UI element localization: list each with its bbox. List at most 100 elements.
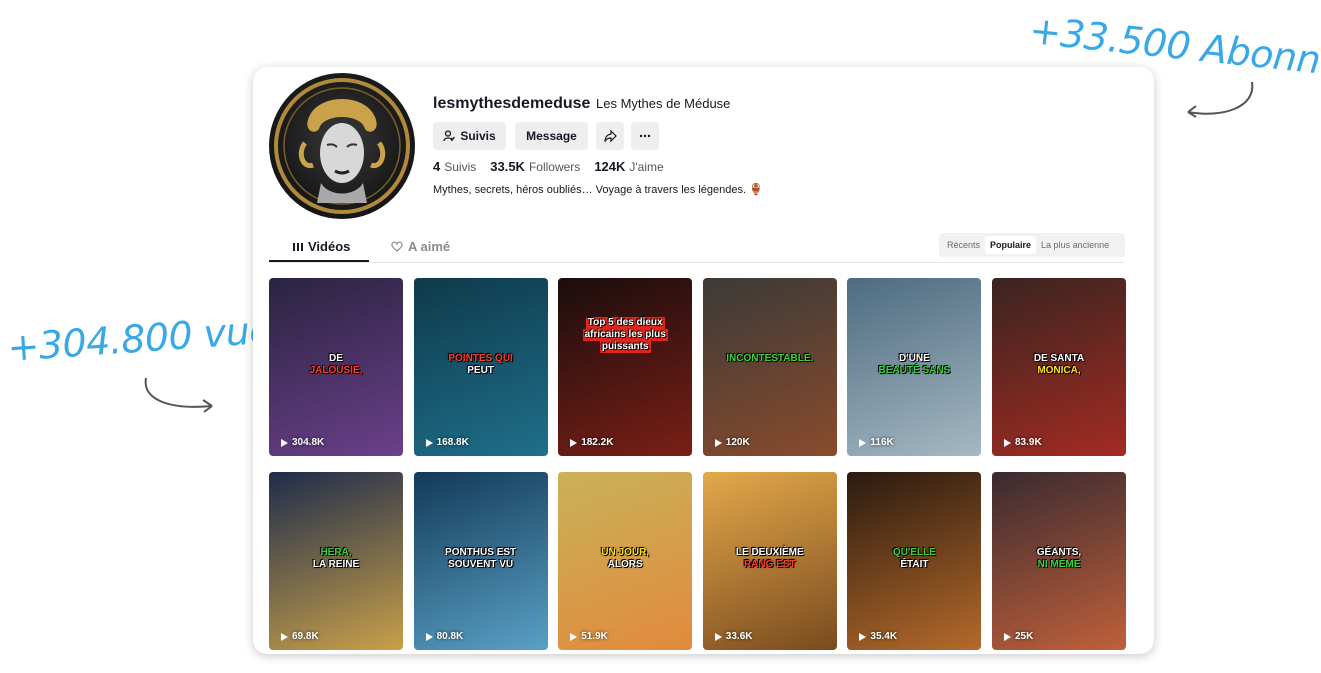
caption-line: UN JOUR, [601, 546, 650, 558]
caption-line: SOUVENT VU [448, 558, 514, 570]
profile-card: lesmythesdemeduse Les Mythes de Méduse S… [253, 67, 1154, 654]
caption-line: DE [329, 352, 343, 364]
play-icon [570, 438, 578, 447]
stat-following[interactable]: 4 Suivis [433, 159, 476, 174]
view-count-label: 80.8K [436, 631, 464, 642]
caption-line: africains les plus [582, 329, 668, 342]
caption-line: LA REINE [312, 558, 360, 570]
sort-recent[interactable]: Récents [942, 236, 985, 254]
video-thumbnail[interactable]: GÉANTS, NI MÊME 25K [992, 472, 1126, 650]
view-count-label: 25K [1015, 631, 1034, 642]
nickname: Les Mythes de Méduse [596, 96, 731, 111]
username: lesmythesdemeduse [433, 95, 591, 112]
medusa-avatar-image [274, 78, 410, 214]
video-thumbnail[interactable]: HERA, LA REINE 69.8K [269, 472, 403, 650]
sort-toggle: Récents Populaire La plus ancienne [939, 233, 1125, 257]
video-thumbnail[interactable]: PONTHUS EST SOUVENT VU 80.8K [413, 472, 548, 650]
video-thumbnail[interactable]: QU'ELLE ÉTAIT 35.4K [847, 472, 982, 650]
caption-line: GÉANTS, [1036, 546, 1082, 558]
subscribers-arrow-icon [1187, 81, 1254, 118]
video-view-count: 182.2K [570, 437, 613, 448]
profile-stats: 4 Suivis 33.5K Followers 124K J'aime [433, 159, 664, 174]
video-view-count: 35.4K [859, 631, 897, 642]
stage: +33.500 Abonnés +304.800 vues lesmythesd… [0, 0, 1321, 673]
stat-followers[interactable]: 33.5K Followers [490, 159, 580, 174]
video-caption: DE SANTA MONICA, [996, 353, 1122, 377]
play-icon [425, 438, 433, 447]
more-options-button[interactable] [631, 122, 659, 150]
view-count-label: 304.8K [292, 437, 325, 448]
view-count-label: 168.8K [436, 437, 469, 448]
following-button[interactable]: Suivis [433, 122, 506, 150]
caption-line: ALORS [607, 558, 643, 570]
video-thumbnail[interactable]: D'UNE BEAUTÉ SANS 116K [847, 278, 982, 456]
grid-icon [293, 242, 303, 251]
ellipsis-icon [639, 134, 651, 138]
tab-liked[interactable]: A aimé [391, 239, 450, 254]
video-view-count: 80.8K [425, 631, 464, 642]
play-icon [425, 632, 433, 641]
play-icon [859, 438, 867, 447]
avatar[interactable] [269, 73, 415, 219]
play-icon [1004, 632, 1011, 641]
play-icon [281, 632, 288, 641]
video-view-count: 120K [714, 437, 750, 448]
views-arrow-icon [144, 377, 213, 413]
caption-line: QU'ELLE [892, 546, 936, 558]
caption-line: RANG EST [743, 558, 796, 570]
caption-line: LE DEUXIÈME [735, 546, 804, 558]
caption-line: ÉTAIT [900, 558, 929, 570]
play-icon [570, 632, 578, 641]
video-thumbnail[interactable]: Top 5 des dieux africains les plus puissan… [558, 278, 693, 456]
user-check-icon [443, 130, 456, 142]
video-thumbnail[interactable]: DE SANTA MONICA, 83.9K [992, 278, 1126, 456]
views-annotation: +304.800 vues [6, 306, 293, 370]
video-thumbnail[interactable]: POINTES QUI PEUT 168.8K [413, 278, 548, 456]
view-count-label: 182.2K [581, 437, 614, 448]
message-button[interactable]: Message [515, 122, 588, 150]
share-button[interactable] [596, 122, 624, 150]
video-view-count: 116K [859, 437, 894, 448]
video-view-count: 33.6K [714, 631, 752, 642]
video-view-count: 25K [1004, 631, 1033, 642]
play-icon [714, 438, 722, 447]
video-thumbnail[interactable]: UN JOUR, ALORS 51.9K [558, 472, 693, 650]
video-caption: D'UNE BEAUTÉ SANS [851, 353, 977, 377]
video-view-count: 168.8K [425, 437, 469, 448]
video-caption: INCONTESTABLE. [707, 353, 833, 365]
caption-line: INCONTESTABLE. [726, 352, 814, 364]
video-caption: HERA, LA REINE [273, 547, 399, 571]
view-count-label: 51.9K [581, 631, 608, 642]
play-icon [859, 632, 867, 641]
play-icon [281, 438, 288, 447]
caption-line: POINTES QUI [448, 352, 513, 364]
sort-popular[interactable]: Populaire [985, 236, 1037, 254]
caption-line: Top 5 des dieux [585, 317, 665, 330]
profile-bio: Mythes, secrets, héros oubliés… Voyage à… [433, 184, 763, 196]
caption-line: NI MÊME [1037, 558, 1081, 570]
video-thumbnail[interactable]: LE DEUXIÈME RANG EST 33.6K [702, 472, 837, 650]
video-view-count: 83.9K [1004, 437, 1042, 448]
video-thumbnail[interactable]: INCONTESTABLE. 120K [702, 278, 837, 456]
video-caption: GÉANTS, NI MÊME [996, 547, 1122, 571]
view-count-label: 116K [870, 437, 894, 448]
video-caption: LE DEUXIÈME RANG EST [707, 547, 833, 571]
caption-line: puissants [599, 341, 651, 354]
caption-line: DE SANTA [1033, 352, 1085, 364]
active-tab-indicator [269, 260, 369, 262]
view-count-label: 83.9K [1015, 437, 1042, 448]
sort-oldest[interactable]: La plus ancienne [1036, 236, 1114, 254]
caption-line: HERA, [320, 546, 352, 558]
play-icon [1004, 438, 1011, 447]
video-caption: DE JALOUSIE, [273, 353, 399, 377]
view-count-label: 35.4K [870, 631, 898, 642]
caption-line: BEAUTÉ SANS [878, 364, 951, 376]
caption-line: D'UNE [899, 352, 930, 364]
video-view-count: 51.9K [570, 631, 608, 642]
share-icon [603, 129, 617, 142]
view-count-label: 69.8K [292, 631, 319, 642]
caption-line: PEUT [467, 364, 494, 376]
video-thumbnail[interactable]: DE JALOUSIE, 304.8K [269, 278, 403, 456]
tab-videos[interactable]: Vidéos [293, 239, 350, 254]
following-label: Suivis [460, 129, 496, 143]
